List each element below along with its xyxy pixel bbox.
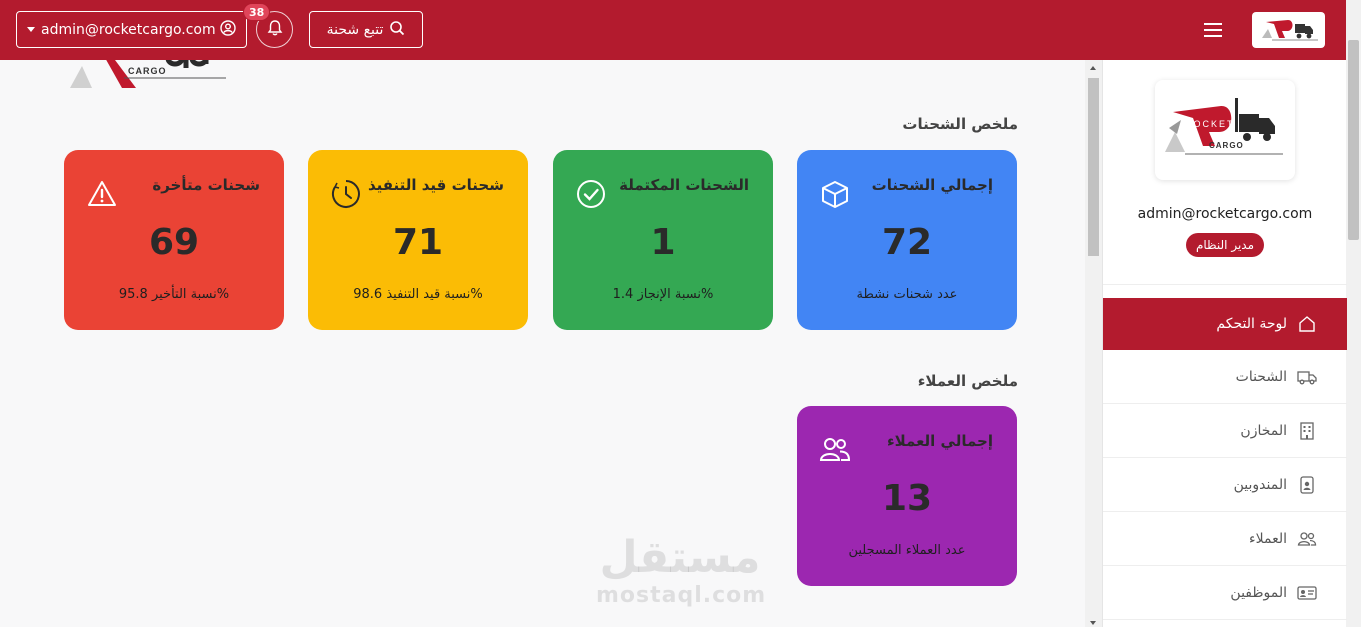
sidebar-nav: لوحة التحكم الشحنات المخازن المندوبين ال… — [1103, 298, 1347, 620]
sidebar-item-label: المندوبين — [1233, 476, 1287, 493]
sidebar-divider — [1103, 284, 1347, 285]
card-subtitle: نسبة الإنجاز 1.4% — [612, 287, 714, 302]
card-value: 71 — [392, 222, 444, 263]
watermark-latin: mostaql.com — [596, 583, 767, 608]
sidebar: ROCKET CARGO admin@rocketcargo.com مدير … — [1102, 60, 1347, 627]
total-shipments-card[interactable]: إجمالي الشحنات 72 عدد شحنات نشطة — [797, 150, 1017, 330]
sidebar-item-label: الشحنات — [1235, 368, 1287, 385]
card-title: شحنات متأخرة — [152, 176, 260, 194]
completed-shipments-card[interactable]: الشحنات المكتملة 1 نسبة الإنجاز 1.4% — [553, 150, 773, 330]
shipments-section-title: ملخص الشحنات — [902, 115, 1018, 133]
logo-cargo-text: CARGO — [1209, 141, 1244, 150]
logo-rocket-text: ROCKET — [1185, 119, 1235, 129]
people-icon — [819, 434, 851, 466]
sidebar-item-shipments[interactable]: الشحنات — [1103, 350, 1347, 404]
card-value: 13 — [881, 478, 933, 519]
content-logo: CARGO — [64, 60, 228, 90]
card-value: 72 — [881, 222, 933, 263]
card-title: شحنات قيد التنفيذ — [367, 176, 504, 194]
track-shipment-label: تتبع شحنة — [326, 21, 384, 38]
card-title: إجمالي العملاء — [886, 432, 993, 450]
page-scrollbar[interactable] — [1346, 0, 1361, 627]
check-circle-icon — [575, 178, 607, 210]
user-circle-icon — [220, 19, 236, 40]
sidebar-item-label: الموظفين — [1230, 584, 1287, 601]
card-subtitle: عدد العملاء المسجلين — [848, 543, 966, 558]
card-subtitle: نسبة قيد التنفيذ 98.6% — [353, 287, 483, 302]
card-value: 69 — [148, 222, 200, 263]
caret-down-icon — [27, 27, 35, 32]
card-value: 1 — [650, 222, 676, 263]
user-email: admin@rocketcargo.com — [41, 21, 216, 38]
clock-icon — [330, 178, 362, 210]
card-subtitle: نسبة التأخير 95.8% — [118, 287, 230, 302]
delayed-shipments-card[interactable]: شحنات متأخرة 69 نسبة التأخير 95.8% — [64, 150, 284, 330]
box-icon — [819, 178, 851, 210]
top-navbar: admin@rocketcargo.com 38 تتبع شحنة — [0, 0, 1346, 60]
user-role-badge: مدير النظام — [1186, 233, 1264, 257]
sidebar-item-warehouses[interactable]: المخازن — [1103, 404, 1347, 458]
sidebar-user-email: admin@rocketcargo.com — [1137, 206, 1313, 222]
track-shipment-button[interactable]: تتبع شحنة — [309, 11, 423, 48]
sidebar-item-label: المخازن — [1240, 422, 1287, 439]
card-subtitle: عدد شحنات نشطة — [856, 287, 958, 302]
bell-icon — [266, 19, 284, 41]
sidebar-item-couriers[interactable]: المندوبين — [1103, 458, 1347, 512]
mostaql-watermark: مستقل mostaql.com — [596, 532, 767, 608]
id-card-icon — [1297, 583, 1317, 603]
header-logo[interactable] — [1252, 12, 1325, 48]
sidebar-item-dashboard[interactable]: لوحة التحكم — [1103, 298, 1347, 350]
search-icon — [389, 20, 405, 40]
sidebar-item-customers[interactable]: العملاء — [1103, 512, 1347, 566]
people-icon — [1297, 529, 1317, 549]
user-menu-button[interactable]: admin@rocketcargo.com — [16, 11, 247, 48]
building-icon — [1297, 421, 1317, 441]
watermark-arabic: مستقل — [599, 532, 761, 583]
sidebar-logo: ROCKET CARGO — [1155, 80, 1295, 180]
sidebar-item-label: العملاء — [1249, 530, 1287, 547]
in-progress-shipments-card[interactable]: شحنات قيد التنفيذ 71 نسبة قيد التنفيذ 98… — [308, 150, 528, 330]
truck-icon — [1297, 367, 1317, 387]
customers-section-title: ملخص العملاء — [917, 372, 1018, 390]
warning-icon — [86, 178, 118, 210]
card-title: الشحنات المكتملة — [619, 176, 749, 194]
home-icon — [1297, 314, 1317, 334]
notification-count-badge: 38 — [243, 3, 271, 21]
sidebar-scrollbar[interactable] — [1085, 60, 1102, 627]
sidebar-item-label: لوحة التحكم — [1216, 316, 1287, 332]
menu-toggle-icon[interactable] — [1204, 23, 1222, 37]
total-customers-card[interactable]: إجمالي العملاء 13 عدد العملاء المسجلين — [797, 406, 1017, 586]
sidebar-item-employees[interactable]: الموظفين — [1103, 566, 1347, 620]
content-logo-cargo: CARGO — [128, 66, 167, 76]
card-title: إجمالي الشحنات — [871, 176, 993, 194]
person-badge-icon — [1297, 475, 1317, 495]
